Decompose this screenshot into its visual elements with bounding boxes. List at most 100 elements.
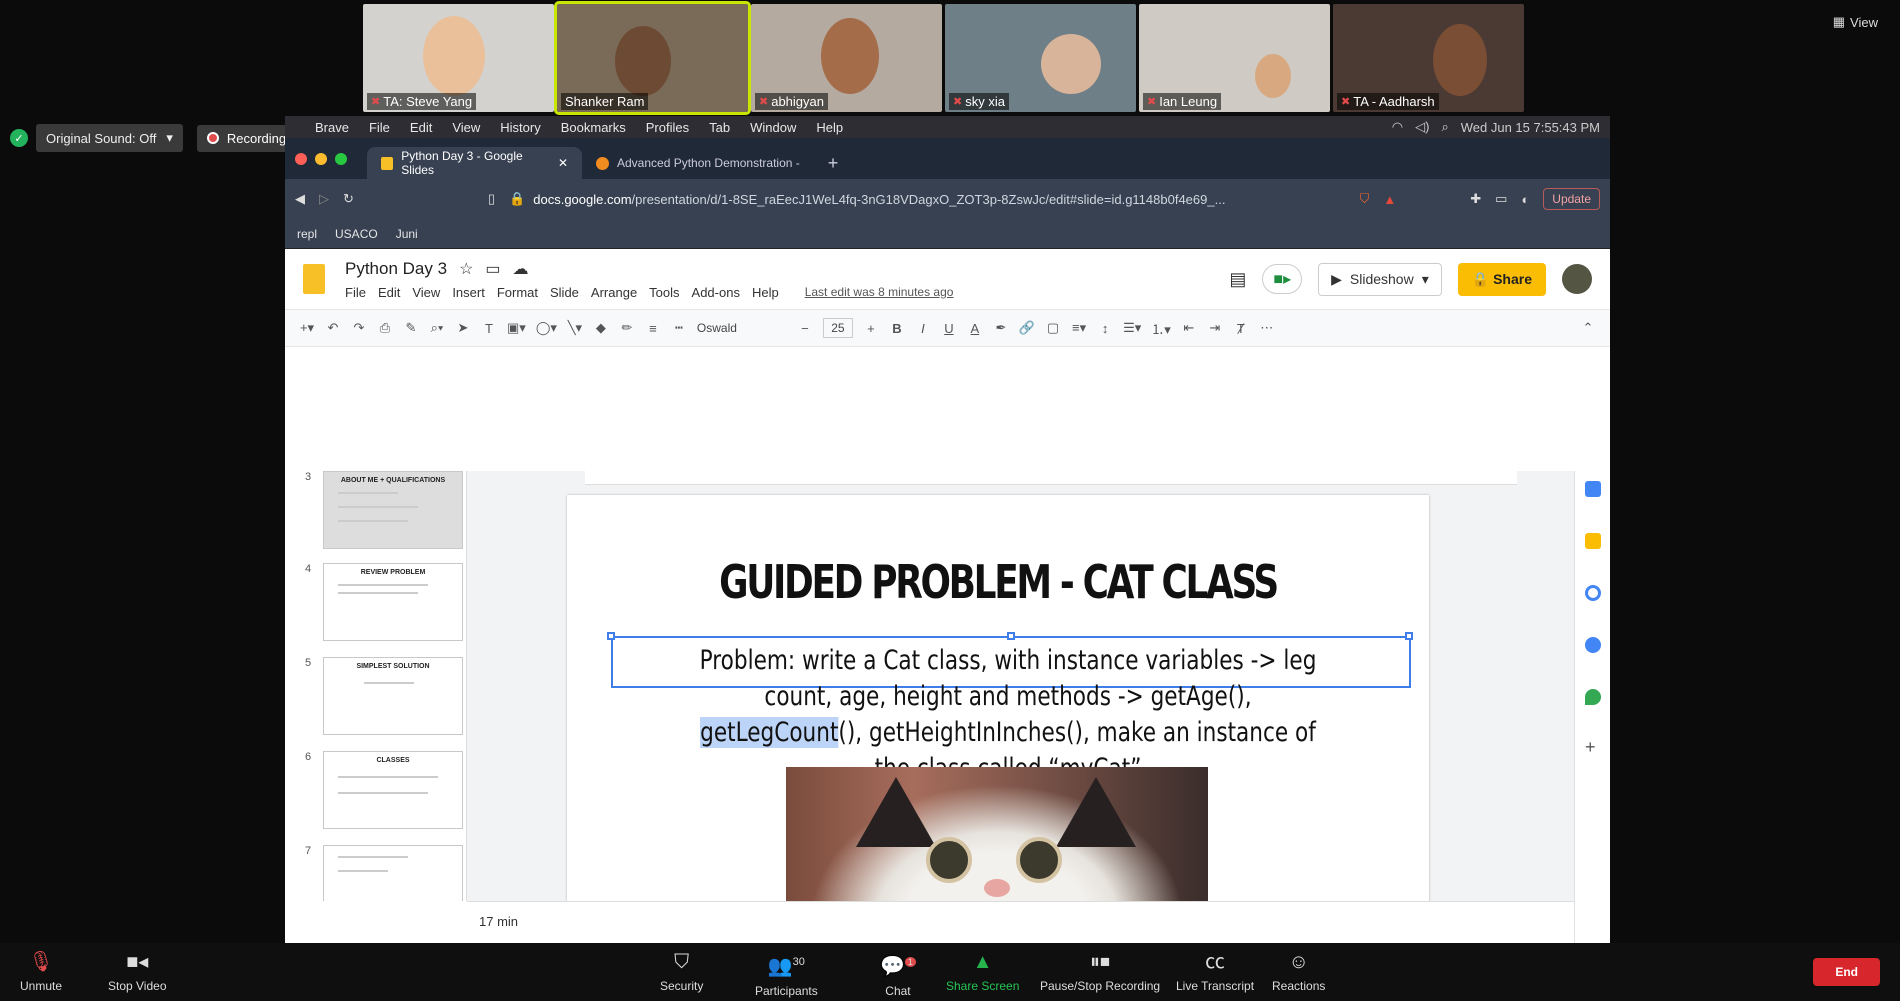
print-icon[interactable]: ⎙	[377, 320, 393, 336]
share-screen-button[interactable]: ▲ Share Screen	[946, 951, 1019, 993]
update-button[interactable]: Update	[1543, 188, 1600, 210]
resize-handle[interactable]	[1007, 632, 1015, 640]
menu-brave[interactable]: Brave	[315, 120, 349, 135]
comments-icon[interactable]: ▤	[1229, 269, 1246, 290]
cloud-status-icon[interactable]: ☁	[513, 259, 529, 279]
menu-view[interactable]: View	[412, 285, 440, 300]
tab-advanced-python[interactable]: Advanced Python Demonstration -	[582, 147, 814, 179]
font-family-select[interactable]: Oswald	[697, 321, 787, 335]
slide-title[interactable]: GUIDED PROBLEM - CAT CLASS	[662, 555, 1334, 609]
font-size-input[interactable]: 25	[822, 318, 853, 338]
slide-thumbnail[interactable]: ABOUT ME + QUALIFICATIONS	[323, 471, 463, 549]
unmute-button[interactable]: 🎙 Unmute	[20, 951, 62, 993]
end-meeting-button[interactable]: End	[1813, 958, 1880, 986]
comment-icon[interactable]: ▢	[1045, 320, 1061, 336]
menu-file[interactable]: File	[369, 120, 390, 135]
last-edit-link[interactable]: Last edit was 8 minutes ago	[805, 285, 954, 300]
decrease-font-size-icon[interactable]: −	[797, 321, 813, 336]
slide-body-text[interactable]: Problem: write a Cat class, with instanc…	[687, 643, 1329, 787]
original-sound-button[interactable]: Original Sound: Off ▾	[36, 124, 183, 152]
brave-shield-icon[interactable]: ⛉	[1360, 191, 1370, 207]
chat-button[interactable]: 💬 1 Chat	[880, 951, 916, 998]
back-icon[interactable]: ◀	[295, 191, 305, 207]
line-spacing-icon[interactable]: ↕	[1097, 321, 1113, 336]
redo-icon[interactable]: ↷	[351, 320, 367, 336]
pause-stop-recording-button[interactable]: ⏸⏹ Pause/Stop Recording	[1040, 951, 1160, 993]
menu-slide[interactable]: Slide	[550, 285, 579, 300]
participant-tile[interactable]: ✖ Ian Leung	[1139, 4, 1330, 112]
menu-file[interactable]: File	[345, 285, 366, 300]
slide-thumbnail[interactable]: REVIEW PROBLEM	[323, 563, 463, 641]
view-button[interactable]: ▦ View	[1833, 14, 1878, 30]
participant-tile[interactable]: ✖ sky xia	[945, 4, 1136, 112]
slide-thumbnail[interactable]: SIMPLEST SOLUTION	[323, 657, 463, 735]
menu-tools[interactable]: Tools	[649, 285, 679, 300]
slideshow-button[interactable]: ▶ Slideshow ▾	[1318, 262, 1442, 296]
image-icon[interactable]: ▣▾	[507, 320, 526, 336]
participant-tile[interactable]: ✖ TA: Steve Yang	[363, 4, 554, 112]
paint-format-icon[interactable]: ✎	[403, 320, 419, 336]
chevron-down-icon[interactable]: ▾	[166, 130, 173, 146]
participant-tile[interactable]: ✖ TA - Aadharsh	[1333, 4, 1524, 112]
speaker-notes[interactable]: 17 min	[467, 901, 1610, 943]
menu-bookmarks[interactable]: Bookmarks	[561, 120, 626, 135]
clear-formatting-icon[interactable]: Ⱦ	[1233, 321, 1249, 336]
bookmark-usaco[interactable]: USACO	[335, 227, 378, 241]
new-slide-icon[interactable]: +▾	[299, 320, 315, 336]
minimize-window-button[interactable]	[315, 152, 327, 165]
menu-insert[interactable]: Insert	[452, 285, 485, 300]
menu-history[interactable]: History	[500, 120, 540, 135]
bookmark-juni[interactable]: Juni	[396, 227, 418, 241]
search-icon[interactable]: ⌕	[1441, 119, 1448, 135]
select-icon[interactable]: ➤	[455, 320, 471, 336]
slide-canvas[interactable]: GUIDED PROBLEM - CAT CLASS Problem: writ…	[467, 471, 1610, 980]
resize-handle[interactable]	[1405, 632, 1413, 640]
resize-handle[interactable]	[607, 632, 615, 640]
reload-icon[interactable]: ↻	[343, 191, 354, 207]
text-color-icon[interactable]: A	[967, 321, 983, 336]
numbered-list-icon[interactable]: ⒈▾	[1151, 319, 1171, 338]
menu-addons[interactable]: Add-ons	[692, 285, 740, 300]
line-icon[interactable]: ╲▾	[567, 320, 583, 336]
horizontal-ruler[interactable]	[585, 471, 1517, 485]
participant-tile[interactable]: ✖ abhigyan	[751, 4, 942, 112]
avatar[interactable]	[1562, 264, 1592, 294]
meet-icon[interactable]: ■▸	[1262, 264, 1303, 294]
close-window-button[interactable]	[295, 152, 307, 165]
zoom-icon[interactable]: ⌕▾	[429, 320, 445, 336]
participants-button[interactable]: 👥30 Participants	[755, 951, 818, 998]
document-title[interactable]: Python Day 3	[345, 259, 447, 279]
slide-thumbnail[interactable]: CLASSES	[323, 751, 463, 829]
increase-font-size-icon[interactable]: +	[863, 321, 879, 336]
border-weight-icon[interactable]: ≡	[645, 321, 661, 336]
tasks-icon[interactable]	[1585, 585, 1601, 601]
close-tab-icon[interactable]: ✕	[558, 156, 568, 170]
collapse-toolbar-icon[interactable]: ⌃	[1580, 320, 1596, 336]
shape-icon[interactable]: ◯▾	[536, 320, 557, 336]
security-button[interactable]: ⛉ Security	[660, 951, 703, 993]
highlight-icon[interactable]: ✒	[993, 320, 1009, 336]
new-tab-button[interactable]: +	[814, 147, 853, 179]
decrease-indent-icon[interactable]: ⇤	[1181, 320, 1197, 336]
forward-icon[interactable]: ▷	[319, 191, 329, 207]
live-transcript-button[interactable]: ㏄ Live Transcript	[1176, 951, 1254, 993]
volume-icon[interactable]: ◁)	[1415, 119, 1429, 135]
menu-format[interactable]: Format	[497, 285, 538, 300]
menu-window[interactable]: Window	[750, 120, 796, 135]
menu-tab[interactable]: Tab	[709, 120, 730, 135]
url-field[interactable]: 🔒 docs.google.com/presentation/d/1-8SE_ra…	[509, 191, 1346, 207]
add-addon-icon[interactable]: +	[1585, 737, 1601, 757]
increase-indent-icon[interactable]: ⇥	[1207, 320, 1223, 336]
slides-logo-icon[interactable]	[303, 264, 325, 294]
menu-edit[interactable]: Edit	[410, 120, 432, 135]
star-icon[interactable]: ☆	[459, 259, 473, 279]
profile-icon[interactable]: ◐	[1521, 192, 1529, 207]
italic-icon[interactable]: I	[915, 321, 931, 336]
menu-help[interactable]: Help	[752, 285, 779, 300]
calendar-icon[interactable]	[1585, 481, 1601, 497]
link-icon[interactable]: 🔗	[1019, 320, 1035, 336]
menu-profiles[interactable]: Profiles	[646, 120, 689, 135]
slide-filmstrip[interactable]: 3 ABOUT ME + QUALIFICATIONS 4 REVIEW PRO…	[285, 471, 467, 901]
contacts-icon[interactable]	[1585, 637, 1601, 653]
underline-icon[interactable]: U	[941, 321, 957, 336]
